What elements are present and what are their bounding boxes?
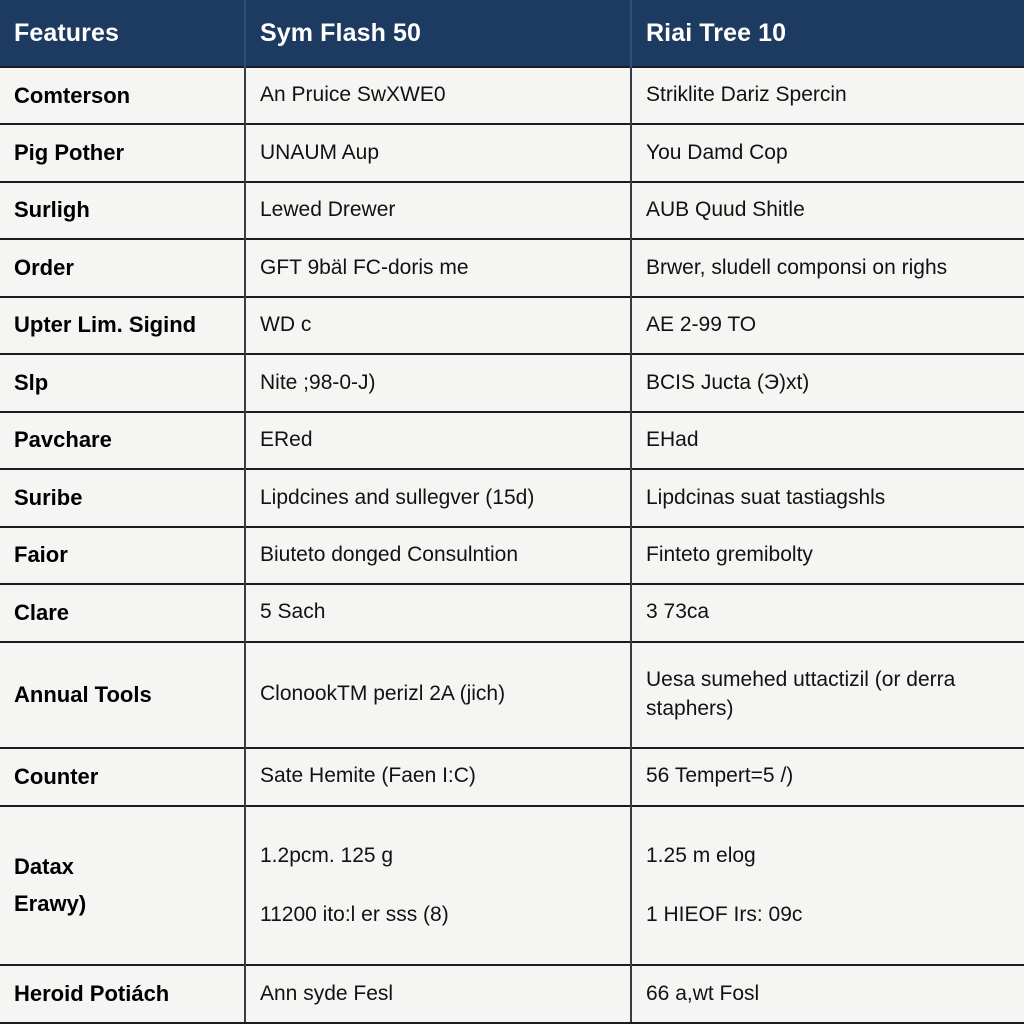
row-value-product-b: 66 a,wt Fosl xyxy=(631,964,1024,1024)
column-header-product-a: Sym Flash 50 xyxy=(245,0,632,67)
row-value-product-a: Nite ;98-0-J) xyxy=(245,353,632,412)
row-feature-label: Surligh xyxy=(0,180,246,240)
row-value-product-a: 1.2pcm. 125 g 11200 ito:l er sss (8) xyxy=(245,804,632,966)
row-value-product-b: 3 73ca xyxy=(631,583,1024,642)
row-value-product-a: Lipdcines and sullegver (15d) xyxy=(245,468,632,527)
row-feature-label: Slp xyxy=(0,353,246,412)
row-feature-label: Faior xyxy=(0,525,246,585)
row-value-product-b: Uesa sumehed uttactizil (or derra staphe… xyxy=(631,640,1024,749)
row-value-product-b: 56 Tempert=5 /) xyxy=(631,747,1024,806)
feature-label-line-2: Erawy) xyxy=(14,890,87,916)
table-row: Pig Pother UNAUM Aup You Damd Cop xyxy=(0,123,1024,182)
row-feature-label: Annual Tools xyxy=(0,640,246,749)
row-value-product-b: Striklite Dariz Spercin xyxy=(631,65,1024,125)
table-header: Features Sym Flash 50 Riai Tree 10 xyxy=(0,0,1024,67)
row-value-product-a: UNAUM Aup xyxy=(245,123,632,182)
row-feature-label: Heroid Potiách xyxy=(0,964,246,1024)
header-row: Features Sym Flash 50 Riai Tree 10 xyxy=(0,0,1024,67)
row-feature-label: Counter xyxy=(0,747,246,806)
table-row: Annual Tools ClonookTM perizl 2A (jich) … xyxy=(0,640,1024,749)
row-value-product-a: Lewed Drewer xyxy=(245,180,632,240)
feature-label-line-1: Datax xyxy=(14,854,74,880)
row-feature-label: Comterson xyxy=(0,65,246,125)
table-row: Suribe Lipdcines and sullegver (15d) Lip… xyxy=(0,468,1024,527)
value-line-2: 11200 ito:l er sss (8) xyxy=(260,902,449,926)
table-row: Pavchare ERed EHad xyxy=(0,410,1024,470)
column-header-product-b: Riai Tree 10 xyxy=(631,0,1024,67)
row-value-product-b: BCIS Jucta (Э)xt) xyxy=(631,353,1024,412)
row-value-product-a: An Pruice SwXWE0 xyxy=(245,65,632,125)
table-row: Counter Sate Hemite (Faen I:C) 56 Temper… xyxy=(0,747,1024,806)
row-value-product-b: AUB Quud Shitle xyxy=(631,180,1024,240)
table-row: Slp Nite ;98-0-J) BCIS Jucta (Э)xt) xyxy=(0,353,1024,412)
row-feature-label: Clare xyxy=(0,583,246,642)
table-row: Datax Erawy) 1.2pcm. 125 g 11200 ito:l e… xyxy=(0,804,1024,966)
row-value-product-a: ERed xyxy=(245,410,632,470)
value-line-1: 1.2pcm. 125 g xyxy=(260,843,394,867)
table-body: Comterson An Pruice SwXWE0 Striklite Dar… xyxy=(0,65,1024,1024)
row-value-product-a: Biuteto donged Consulntion xyxy=(245,525,632,585)
row-feature-label: Pig Pother xyxy=(0,123,246,182)
table-row: Surligh Lewed Drewer AUB Quud Shitle xyxy=(0,180,1024,240)
row-feature-label: Upter Lim. Sigind xyxy=(0,295,246,355)
row-value-product-b: 1.25 m elog 1 HIEOF Irs: 09c xyxy=(631,804,1024,966)
row-value-product-b: Lipdcinas suat tastiagshls xyxy=(631,468,1024,527)
table-row: Order GFT 9bäl FC-doris me Brwer, sludel… xyxy=(0,238,1024,297)
table-row: Clare 5 Sach 3 73ca xyxy=(0,583,1024,642)
row-value-product-a: ClonookTM perizl 2A (jich) xyxy=(245,640,632,749)
table-row: Faior Biuteto donged Consulntion Finteto… xyxy=(0,525,1024,585)
value-line-2: 1 HIEOF Irs: 09c xyxy=(646,902,803,926)
row-value-product-a: Sate Hemite (Faen I:C) xyxy=(245,747,632,806)
row-value-product-a: 5 Sach xyxy=(245,583,632,642)
row-value-product-b: Finteto gremibolty xyxy=(631,525,1024,585)
row-value-product-b: EHad xyxy=(631,410,1024,470)
row-value-product-b: AE 2-99 TO xyxy=(631,295,1024,355)
row-value-product-a: Ann syde Fesl xyxy=(245,964,632,1024)
row-value-product-a: GFT 9bäl FC-doris me xyxy=(245,238,632,297)
row-feature-label: Order xyxy=(0,238,246,297)
row-value-product-b: You Damd Cop xyxy=(631,123,1024,182)
row-feature-label: Datax Erawy) xyxy=(0,804,246,966)
table-row: Comterson An Pruice SwXWE0 Striklite Dar… xyxy=(0,65,1024,125)
row-feature-label: Pavchare xyxy=(0,410,246,470)
row-feature-label: Suribe xyxy=(0,468,246,527)
value-line-1: 1.25 m elog xyxy=(646,843,756,867)
row-value-product-b: Brwer, sludell componsi on righs xyxy=(631,238,1024,297)
row-value-product-a: WD c xyxy=(245,295,632,355)
column-header-features: Features xyxy=(0,0,246,67)
table-row: Upter Lim. Sigind WD c AE 2-99 TO xyxy=(0,295,1024,355)
comparison-table: Features Sym Flash 50 Riai Tree 10 Comte… xyxy=(0,0,1024,1024)
table-row: Heroid Potiách Ann syde Fesl 66 a,wt Fos… xyxy=(0,964,1024,1024)
